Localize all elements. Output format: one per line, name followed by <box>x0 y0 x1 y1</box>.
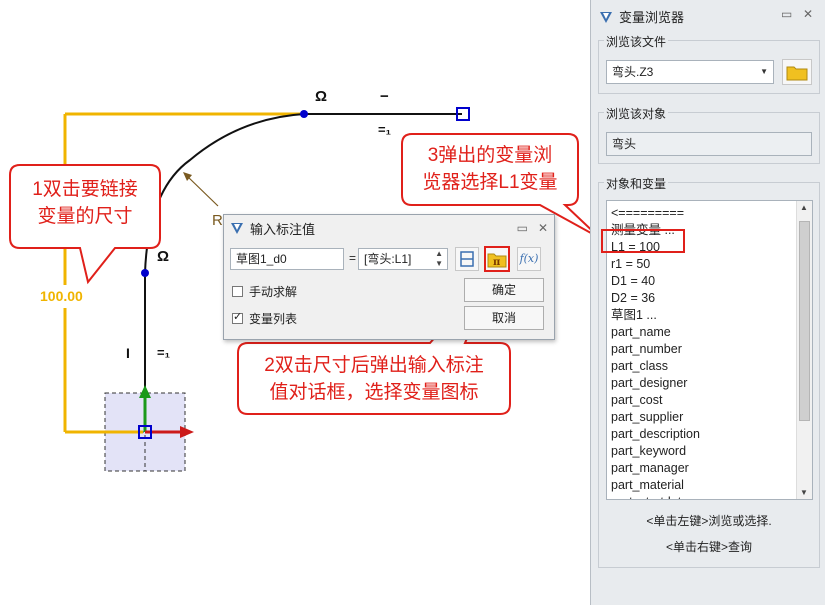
tangent-point-2 <box>141 269 149 277</box>
app-logo-icon <box>600 11 612 23</box>
file-group-label: 浏览该文件 <box>604 33 669 50</box>
file-select[interactable]: 弯头.Z3 ▼ <box>606 60 774 84</box>
equal-constraint-top: =₁ <box>378 122 391 137</box>
close-icon[interactable]: ✕ <box>803 7 813 21</box>
manual-solve-label: 手动求解 <box>249 285 298 299</box>
callout-2-line-1: 2双击尺寸后弹出输入标注 <box>264 355 484 376</box>
function-button[interactable]: f(x) <box>517 247 541 271</box>
list-item[interactable]: part_keyword <box>611 443 700 460</box>
list-item[interactable]: part_class <box>611 358 700 375</box>
input-dimension-dialog: 输入标注值 ▭ ✕ 草图1_d0 = [弯头:L1] ▲ ▼ π f(x) 手动求… <box>223 214 555 340</box>
dimension-name-field[interactable]: 草图1_d0 <box>230 248 344 270</box>
variable-list-checkbox[interactable]: 变量列表 <box>232 310 297 327</box>
list-item[interactable]: part_description <box>611 426 700 443</box>
selected-variable-highlight <box>601 229 685 253</box>
variable-list-label: 变量列表 <box>249 312 298 326</box>
list-item[interactable]: part_number <box>611 341 700 358</box>
variable-list-box[interactable] <box>232 310 243 324</box>
measure-button[interactable] <box>455 247 479 271</box>
fx-icon: f(x) <box>519 252 539 265</box>
pin-icon[interactable]: ▭ <box>517 221 528 235</box>
callout-2-line-2: 值对话框，选择变量图标 <box>269 382 479 403</box>
dialog-title: 输入标注值 <box>250 221 316 237</box>
list-item[interactable]: part_startdate <box>611 494 700 499</box>
tangent-constraint-top: Ω <box>315 88 328 105</box>
list-item[interactable]: 草图1 ... <box>611 307 700 324</box>
list-item[interactable]: part_supplier <box>611 409 700 426</box>
app-logo-icon <box>231 223 243 234</box>
open-file-button[interactable] <box>782 59 812 85</box>
callout-3-line-2: 览器选择L1变量 <box>422 172 558 193</box>
equal-constraint-bottom: =₁ <box>157 345 170 360</box>
horizontal-constraint: − <box>380 88 389 105</box>
callout-1-line-2: 变量的尺寸 <box>37 206 133 227</box>
callout-1-text: 1双击要链接 变量的尺寸 <box>12 176 158 230</box>
list-item[interactable]: part_material <box>611 477 700 494</box>
callout-1-line-1: 1双击要链接 <box>32 179 138 200</box>
list-item[interactable]: part_manager <box>611 460 700 477</box>
list-item[interactable]: r1 = 50 <box>611 256 700 273</box>
pi-folder-icon: π <box>487 253 507 268</box>
variables-group-label: 对象和变量 <box>604 175 669 192</box>
chevron-down-icon[interactable]: ▼ <box>760 61 768 83</box>
callout-3-line-1: 3弹出的变量浏 <box>427 145 553 166</box>
close-icon[interactable]: ✕ <box>538 221 548 235</box>
measure-icon <box>460 251 474 267</box>
folder-icon <box>786 66 808 81</box>
svg-text:π: π <box>493 257 500 268</box>
manual-solve-checkbox[interactable]: 手动求解 <box>232 283 297 300</box>
manual-solve-box[interactable] <box>232 286 243 297</box>
list-scrollbar[interactable]: ▲ ▼ <box>796 201 812 499</box>
list-item[interactable]: D1 = 40 <box>611 273 700 290</box>
object-field[interactable]: 弯头 <box>606 132 812 156</box>
list-item[interactable]: part_name <box>611 324 700 341</box>
callout-3-text: 3弹出的变量浏 览器选择L1变量 <box>404 142 576 196</box>
dialog-titlebar[interactable]: 输入标注值 ▭ ✕ <box>224 215 554 241</box>
spinner-icon[interactable]: ▲ ▼ <box>435 249 443 269</box>
list-item[interactable]: part_designer <box>611 375 700 392</box>
scroll-down-icon[interactable]: ▼ <box>800 488 808 497</box>
hint-right-click: <单击右键>查询 <box>665 540 753 554</box>
vertical-constraint: I <box>126 345 130 361</box>
list-item[interactable]: part_cost <box>611 392 700 409</box>
scroll-up-icon[interactable]: ▲ <box>800 203 808 212</box>
dimension-value[interactable]: 100.00 <box>40 288 83 304</box>
callout-2-text: 2双击尺寸后弹出输入标注 值对话框，选择变量图标 <box>240 352 508 406</box>
ok-button[interactable]: 确定 <box>464 278 544 302</box>
dimension-value-input[interactable]: [弯头:L1] ▲ ▼ <box>358 248 448 270</box>
equals-sign: = <box>349 251 357 265</box>
list-item[interactable]: D2 = 36 <box>611 290 700 307</box>
radius-label: R <box>212 212 223 229</box>
pin-icon[interactable]: ▭ <box>781 7 792 21</box>
scroll-thumb[interactable] <box>799 221 810 421</box>
panel-title: 变量浏览器 <box>619 10 685 25</box>
file-select-value: 弯头.Z3 <box>612 65 654 79</box>
tangent-constraint-mid: Ω <box>157 248 170 265</box>
tangent-point <box>300 110 308 118</box>
dimension-expression: [弯头:L1] <box>364 252 412 266</box>
list-item[interactable]: <========= <box>611 205 700 222</box>
object-group-label: 浏览该对象 <box>604 105 669 122</box>
panel-titlebar: 变量浏览器 <box>599 7 684 26</box>
hint-left-click: <单击左键>浏览或选择. <box>646 514 772 528</box>
variable-browser-button[interactable]: π <box>484 246 510 272</box>
cancel-button[interactable]: 取消 <box>464 306 544 330</box>
